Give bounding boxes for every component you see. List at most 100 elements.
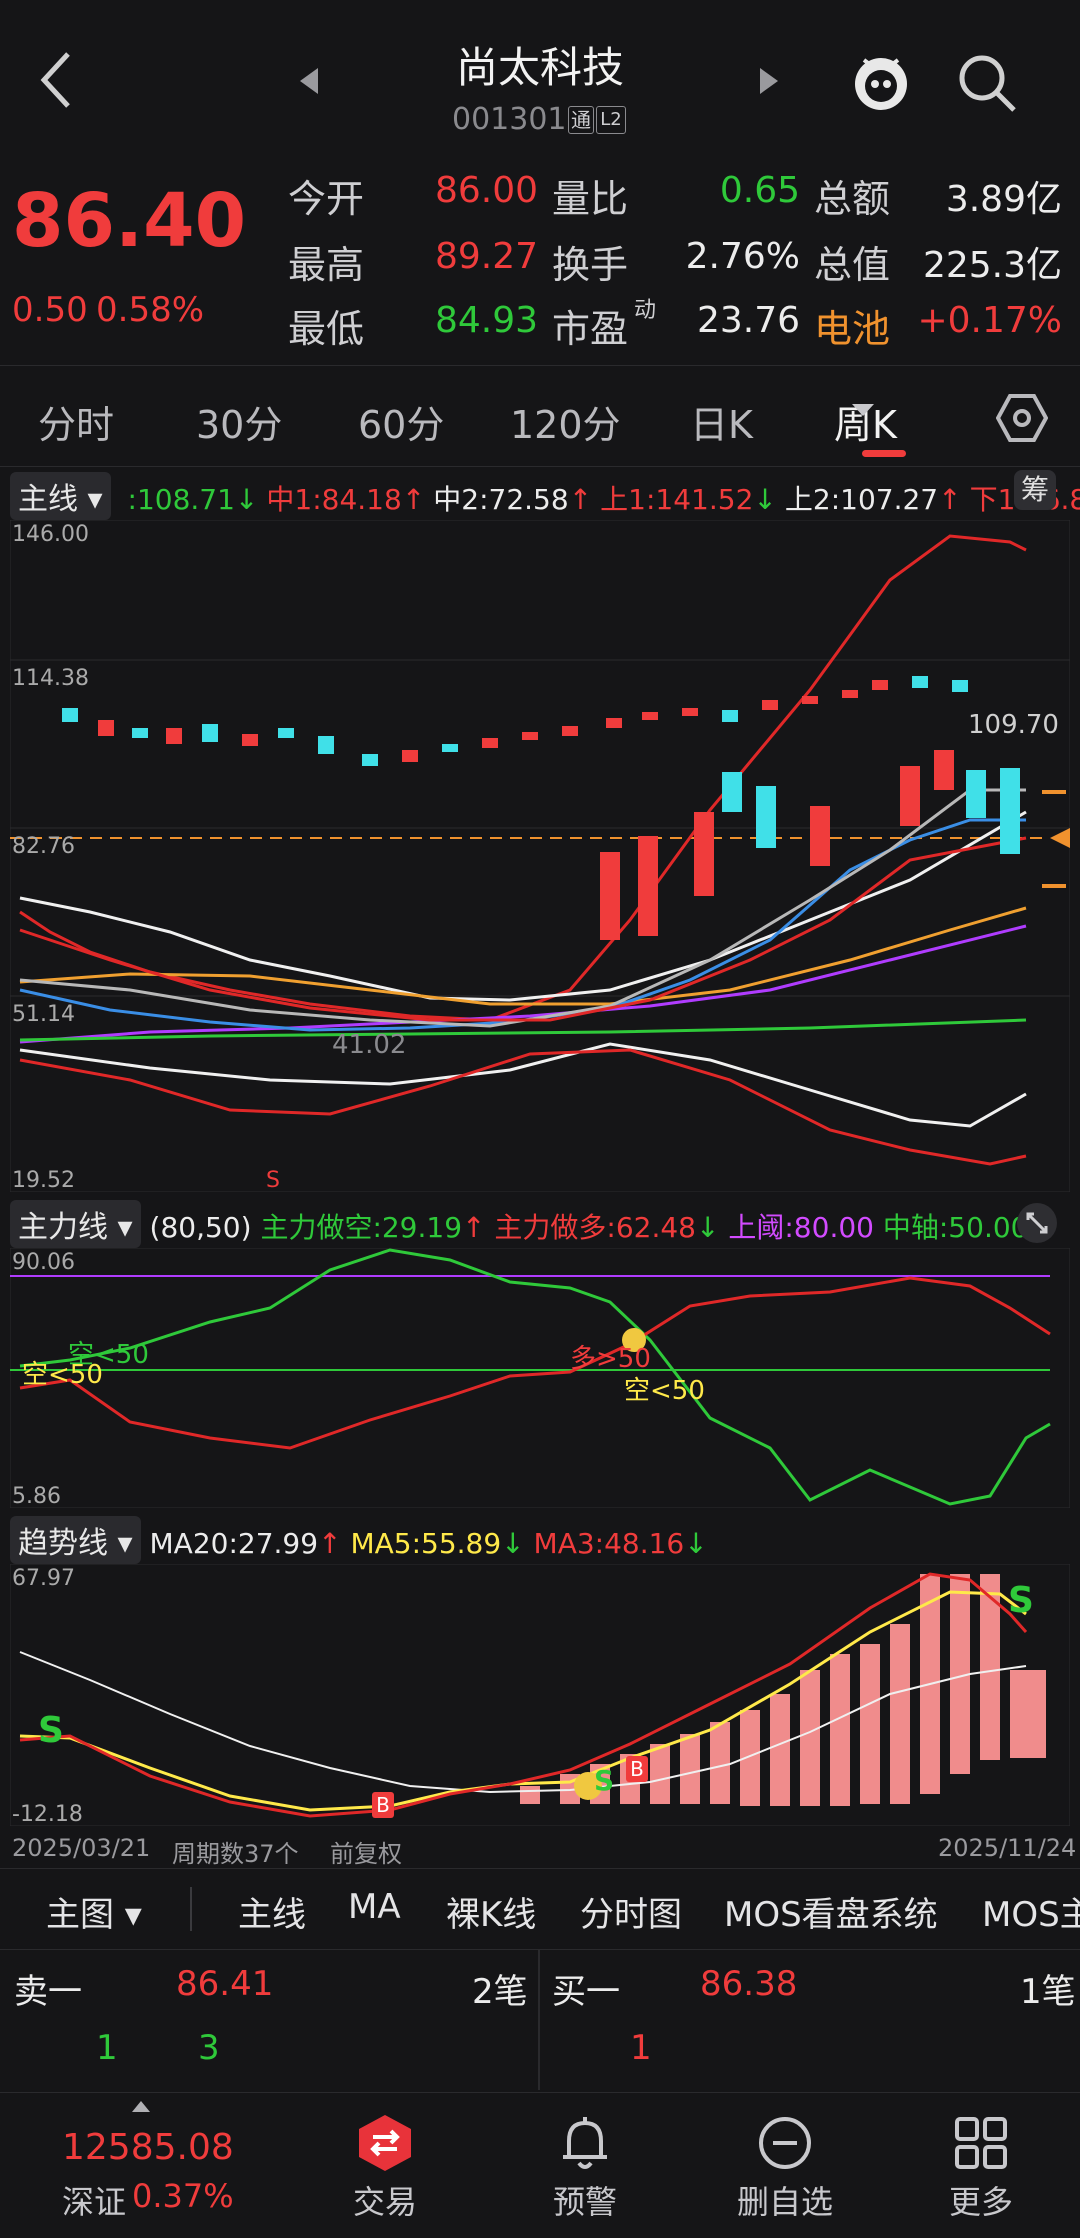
mid-y-bottom: 5.86 <box>12 1484 61 1509</box>
candle <box>872 680 888 690</box>
low-price-label: 41.02 <box>332 1030 407 1060</box>
main-panel-header: 主线 ▾ :108.71↓ 中1:84.18↑ 中2:72.58↑ 上1:141.52… <box>10 472 1080 520</box>
main-indicator-selector[interactable]: 主线 ▾ <box>10 472 111 520</box>
trend-panel-header: 趋势线 ▾ MA20:27.99↑ MA5:55.89↓ MA3:48.16↓ <box>10 1516 708 1564</box>
tab-2[interactable]: 60分 <box>358 394 444 449</box>
trend-bar <box>520 1786 540 1804</box>
chart-frame <box>10 1248 1070 1508</box>
settings-hexagon-icon[interactable] <box>996 392 1048 444</box>
candle <box>62 708 78 722</box>
candle-large <box>722 772 742 812</box>
next-stock-icon[interactable] <box>756 66 780 96</box>
bid1-sub1: 1 <box>630 2028 652 2068</box>
y-label-4: 51.14 <box>12 1002 75 1027</box>
divider <box>190 1887 192 1931</box>
stock-title: 尚太科技 <box>455 43 624 92</box>
trend-indicator-selector[interactable]: 趋势线 ▾ <box>10 1516 141 1564</box>
quote-value: 225.3亿 <box>922 245 1062 286</box>
quote-label: 总额 <box>814 177 891 221</box>
mid-indicator-selector[interactable]: 主力线 ▾ <box>10 1200 141 1248</box>
ma20-value: MA20:27.99 <box>149 1527 319 1560</box>
tab-0[interactable]: 分时 <box>38 394 114 449</box>
tab-mainline[interactable]: 主线 <box>238 1887 306 1936</box>
high-price-label: 109.70 <box>968 710 1059 740</box>
candle <box>132 728 148 738</box>
index-value[interactable]: 12585.08 <box>62 2127 234 2168</box>
candle <box>682 708 698 716</box>
tab-5[interactable]: 周K <box>834 394 897 449</box>
tab-intraday-chart[interactable]: 分时图 <box>580 1887 682 1936</box>
mid-upper-threshold: 上阈:80.00 <box>728 1211 874 1244</box>
candle <box>278 728 294 738</box>
tab-4[interactable]: 日K <box>690 394 753 449</box>
candle <box>722 710 738 722</box>
y-label-bottom: 19.52 <box>12 1168 75 1193</box>
bid1-label: 买一 <box>552 1972 620 2012</box>
ma5-value: MA5:55.89 <box>350 1527 502 1560</box>
quote-label: 今开 <box>288 177 365 221</box>
mid-long-power: 主力做多:62.48 <box>494 1211 696 1244</box>
indicator-arrow: ↑ <box>938 483 962 516</box>
sell-signal-mark: S <box>266 1168 280 1193</box>
quote-label: 换手 <box>552 243 629 287</box>
search-icon[interactable] <box>956 52 1020 116</box>
back-icon[interactable] <box>36 50 76 110</box>
main-indicator-value: 上1:141.52 <box>600 483 754 516</box>
quote-value: 0.65 <box>719 170 800 211</box>
candle-large <box>600 852 620 940</box>
y-label-2: 114.38 <box>12 666 89 691</box>
trend-chart[interactable] <box>10 1564 1070 1826</box>
candle <box>802 696 818 704</box>
candle-large <box>966 770 986 818</box>
indicator-arrow: ↑ <box>401 483 426 516</box>
tab-3[interactable]: 120分 <box>510 394 621 449</box>
ask1-count: 2笔 <box>472 1972 528 2012</box>
bid1-price: 86.38 <box>700 1964 798 2004</box>
mid-param: (80,50) <box>149 1211 252 1244</box>
quote-label: 总值 <box>814 243 891 287</box>
candle-large <box>900 766 920 826</box>
main-force-chart[interactable] <box>10 1248 1070 1508</box>
trend-bar <box>890 1624 910 1804</box>
level2-badge: L2 <box>596 106 626 134</box>
candle <box>166 728 182 744</box>
main-candlestick-chart[interactable] <box>10 520 1070 1192</box>
chevron-up-icon[interactable] <box>132 2101 150 2112</box>
tab-mos-main[interactable]: MOS主 <box>982 1887 1080 1936</box>
index-pct: 0.37% <box>132 2177 234 2215</box>
tab-bare-k[interactable]: 裸K线 <box>446 1887 536 1936</box>
candle <box>642 712 658 720</box>
bell-icon <box>563 2117 607 2169</box>
nav-remove-watchlist[interactable]: 删自选 <box>710 2093 860 2223</box>
prev-stock-icon[interactable] <box>298 66 322 96</box>
indicator-arrow: ↓ <box>234 483 259 516</box>
ask1-label: 卖一 <box>14 1972 82 2012</box>
assistant-robot-icon[interactable] <box>846 46 916 116</box>
trend-buy-mark-2: B <box>626 1756 648 1782</box>
tab-ma[interactable]: MA <box>348 1887 401 1927</box>
trend-buy-mark-1: B <box>372 1792 394 1818</box>
tab-1[interactable]: 30分 <box>196 394 282 449</box>
ask1-sub2: 3 <box>198 2028 220 2068</box>
candle <box>952 680 968 692</box>
chip-distribution-button[interactable]: 筹 <box>1014 470 1056 510</box>
quote-value: 3.89亿 <box>945 179 1062 220</box>
expand-icon[interactable] <box>1016 1202 1058 1244</box>
quote-value: 23.76 <box>696 300 800 341</box>
nav-alert[interactable]: 预警 <box>510 2093 660 2223</box>
trend-y-bottom: -12.18 <box>12 1802 83 1827</box>
candle-large <box>934 750 954 790</box>
trend-bar <box>770 1694 790 1806</box>
adjust-mode[interactable]: 前复权 <box>330 1834 402 1869</box>
annotation-short-2: 空<50 <box>22 1360 103 1390</box>
quote-value: 86.00 <box>434 170 538 211</box>
tab-mos-system[interactable]: MOS看盘系统 <box>724 1887 938 1936</box>
order-book: 卖一 86.41 2笔 买一 86.38 1笔 1 3 1 <box>0 1950 1080 2090</box>
order-divider <box>538 1950 540 2090</box>
minus-circle-icon <box>759 2117 811 2169</box>
main-chart-selector[interactable]: 主图 ▾ <box>46 1887 142 1936</box>
chevron-down-icon[interactable] <box>852 404 874 416</box>
nav-trade[interactable]: 交易 <box>310 2093 460 2223</box>
mid1-line <box>19 836 1027 1022</box>
nav-more[interactable]: 更多 <box>906 2093 1056 2223</box>
